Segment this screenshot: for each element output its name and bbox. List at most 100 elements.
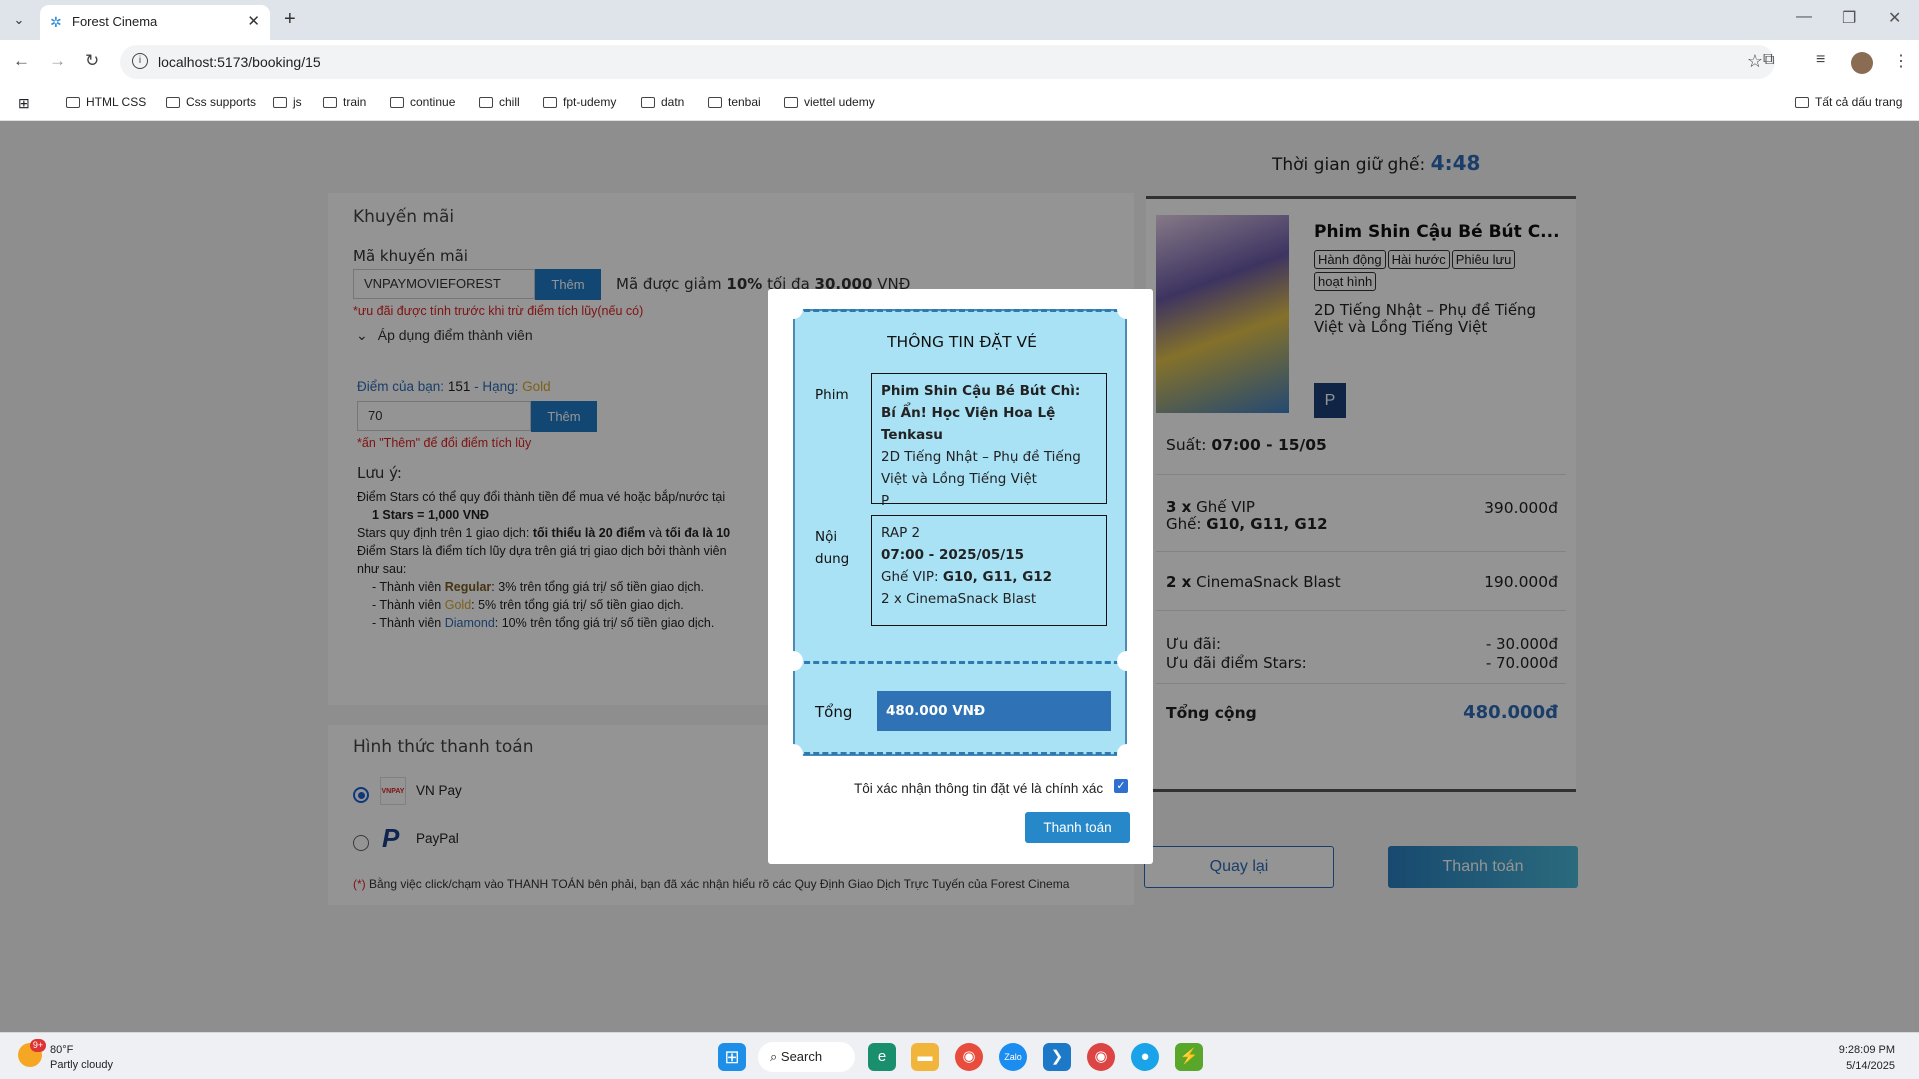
clock-time: 9:28:09 PM [1838,1044,1895,1056]
bookmark-label: chill [499,95,520,109]
folder-icon [273,96,287,108]
terminal-icon[interactable]: ⚡ [1175,1043,1203,1071]
all-bookmarks[interactable]: Tất cả dấu trang [1795,95,1902,109]
profile-avatar[interactable] [1851,52,1873,74]
search-label: Search [780,1049,823,1064]
movie-info-box: Phim Shin Cậu Bé Bút Chì: Bí Ẩn! Học Việ… [871,373,1107,509]
movie-rating: P [881,493,890,509]
vscode-icon[interactable]: ❯ [1043,1043,1071,1071]
booking-content-box: RAP 2 07:00 - 2025/05/15 Ghế VIP: G10, G… [871,515,1107,626]
ticket-notch [783,651,803,671]
ticket-dash-mid [795,661,1129,664]
close-window-icon[interactable]: ✕ [1888,8,1901,28]
bookmark-label: continue [410,95,456,109]
tab-forest-cinema[interactable]: ✲ Forest Cinema ✕ [40,5,270,40]
url-text: localhost:5173/booking/15 [158,54,321,70]
bookmark-label: viettel udemy [804,95,875,109]
booking-confirm-modal: THÔNG TIN ĐẶT VÉ Phim Phim Shin Cậu Bé B… [768,289,1153,864]
app-icon[interactable]: ● [1131,1043,1159,1071]
movie-format: 2D Tiếng Nhật – Phụ đề Tiếng Việt và Lồn… [881,449,1081,487]
bookmark-label: HTML CSS [86,95,147,109]
modal-title: THÔNG TIN ĐẶT VÉ [887,333,1037,351]
ticket-card: THÔNG TIN ĐẶT VÉ Phim Phim Shin Cậu Bé B… [783,299,1137,764]
bookmark-folder[interactable]: js [273,95,302,109]
back-icon[interactable]: ← [13,51,30,71]
bookmark-folder[interactable]: train [323,95,366,109]
modal-total-label: Tổng [815,703,853,721]
taskbar-search[interactable]: ⌕ Search [758,1042,855,1072]
folder-icon [323,96,337,108]
apps-grid-icon[interactable]: ⊞ [18,95,30,112]
reload-icon[interactable]: ↻ [85,51,99,71]
bookmark-folder[interactable]: continue [390,95,455,109]
file-explorer-icon[interactable]: ▬ [911,1043,939,1071]
chrome-dev-icon[interactable]: ◉ [1087,1043,1115,1071]
tab-bar: ⌄ ✲ Forest Cinema ✕ + — ❐ ✕ [0,0,1919,40]
folder-icon [641,96,655,108]
bookmark-label: Tất cả dấu trang [1815,95,1903,109]
content-label-line: dung [815,551,850,567]
bookmark-folder[interactable]: chill [479,95,520,109]
folder-icon [1795,96,1809,108]
folder-icon [708,96,722,108]
chrome-icon[interactable]: ◉ [955,1043,983,1071]
edge-icon[interactable]: e [868,1043,896,1071]
bookmark-folder[interactable]: HTML CSS [66,95,146,109]
movie-name: Phim Shin Cậu Bé Bút Chì: Bí Ẩn! Học Việ… [881,383,1081,443]
search-icon: ⌕ [770,1049,781,1064]
site-favicon-icon: ✲ [50,14,62,30]
tab-search-button[interactable]: ⌄ [8,9,30,31]
room: RAP 2 [881,525,921,541]
modal-total-value: 480.000 VNĐ [877,691,1111,731]
folder-icon [390,96,404,108]
seats: G10, G11, G12 [942,569,1053,585]
forward-icon[interactable]: → [49,51,66,71]
address-bar-row: ← → ↻ i localhost:5173/booking/15 ☆ [0,40,1919,85]
bookmark-folder[interactable]: fpt-udemy [543,95,616,109]
ticket-dash-top [795,309,1129,312]
bookmark-label: tenbai [728,95,761,109]
modal-pay-button[interactable]: Thanh toán [1025,812,1130,843]
minimize-icon[interactable]: — [1796,8,1812,26]
media-control-icon[interactable]: ≡ [1816,51,1825,69]
bookmark-star-icon[interactable]: ☆ [1747,51,1763,72]
content-label: Nội dung [815,526,849,570]
bookmark-folder[interactable]: tenbai [708,95,761,109]
new-tab-button[interactable]: + [284,8,296,31]
bookmark-label: datn [661,95,685,109]
windows-start-icon[interactable]: ⊞ [718,1043,746,1071]
bookmark-label: Css supports [186,95,257,109]
site-info-icon[interactable]: i [132,53,148,69]
weather-badge: 9+ [30,1039,46,1052]
browser-chrome: ⌄ ✲ Forest Cinema ✕ + — ❐ ✕ ← → ↻ i loca… [0,0,1919,121]
bookmark-folder[interactable]: viettel udemy [784,95,875,109]
url-input[interactable]: i localhost:5173/booking/15 ☆ [120,45,1775,79]
folder-icon [479,96,493,108]
windows-taskbar: 9+ 80°F Partly cloudy ⊞ ⌕ Search e ▬ ◉ Z… [0,1032,1919,1079]
clock-date: 5/14/2025 [1846,1060,1895,1072]
browser-menu-icon[interactable]: ⋮ [1893,51,1909,71]
snack: 2 x CinemaSnack Blast [881,591,1037,607]
folder-icon [543,96,557,108]
movie-label: Phim [815,387,849,403]
weather-widget[interactable]: 80°F Partly cloudy [50,1043,113,1073]
confirm-checkbox[interactable]: ✓ [1114,779,1128,793]
bookmark-label: fpt-udemy [563,95,617,109]
datetime: 07:00 - 2025/05/15 [881,547,1024,563]
zalo-icon[interactable]: Zalo [999,1043,1027,1071]
tab-title: Forest Cinema [72,14,158,29]
restore-icon[interactable]: ❐ [1842,8,1856,28]
ticket-notch [783,744,803,764]
extensions-icon[interactable]: ⧉ [1763,51,1774,69]
bookmark-label: js [293,95,302,109]
ticket-notch [1117,299,1137,319]
bookmarks-bar: ⊞ HTML CSS Css supports js train continu… [0,86,1919,121]
bookmark-folder[interactable]: Css supports [166,95,256,109]
system-clock[interactable]: 9:28:09 PM 5/14/2025 [1839,1042,1895,1074]
tab-close-icon[interactable]: ✕ [247,12,260,30]
ticket-notch [1117,744,1137,764]
content-label-line: Nội [815,529,838,545]
bookmark-folder[interactable]: datn [641,95,684,109]
ticket-dash-bot [795,752,1129,755]
confirm-text: Tôi xác nhận thông tin đặt vé là chính x… [854,781,1104,796]
